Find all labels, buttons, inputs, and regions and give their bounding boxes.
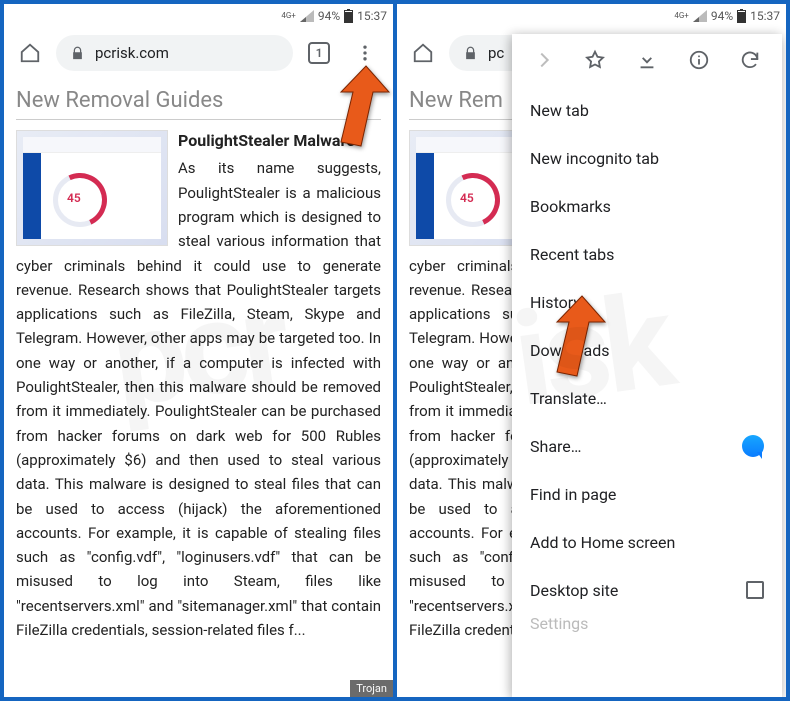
menu-icon-row [512, 34, 782, 86]
home-icon[interactable] [403, 33, 443, 73]
menu-translate[interactable]: Translate… [512, 374, 782, 422]
browser-toolbar: pcrisk.com 1 [4, 28, 393, 78]
forward-icon[interactable] [524, 40, 564, 80]
clock: 15:37 [357, 9, 387, 23]
article-thumbnail[interactable]: 45 [16, 130, 168, 246]
article: 45 PoulightStealer Malware As its name s… [16, 130, 381, 642]
menu-settings-cutoff[interactable]: Settings [512, 614, 782, 644]
battery-icon [737, 9, 746, 23]
menu-history[interactable]: History [512, 278, 782, 326]
desktop-site-checkbox[interactable] [746, 581, 764, 599]
signal-icon [300, 10, 314, 22]
menu-share[interactable]: Share… [512, 422, 782, 470]
status-bar: 4G+ 94% 15:37 [397, 4, 786, 28]
menu-find-in-page[interactable]: Find in page [512, 470, 782, 518]
signal-icon [693, 10, 707, 22]
network-label: 4G+ [281, 12, 295, 20]
menu-new-incognito[interactable]: New incognito tab [512, 134, 782, 182]
page-content: New Removal Guides 45 PoulightStealer Ma… [4, 78, 393, 642]
reload-icon[interactable] [730, 40, 770, 80]
address-bar[interactable]: pcrisk.com [56, 35, 293, 71]
battery-icon [344, 9, 353, 23]
category-tag: Trojan [350, 680, 393, 697]
star-icon[interactable] [575, 40, 615, 80]
status-bar: 4G+ 94% 15:37 [4, 4, 393, 28]
battery-pct: 94% [318, 9, 340, 23]
tab-count: 1 [316, 46, 323, 60]
lock-icon [463, 46, 478, 61]
overflow-menu: New tab New incognito tab Bookmarks Rece… [512, 34, 782, 697]
menu-recent-tabs[interactable]: Recent tabs [512, 230, 782, 278]
info-icon[interactable] [679, 40, 719, 80]
menu-desktop-site[interactable]: Desktop site [512, 566, 782, 614]
download-icon[interactable] [627, 40, 667, 80]
menu-new-tab[interactable]: New tab [512, 86, 782, 134]
menu-add-to-home[interactable]: Add to Home screen [512, 518, 782, 566]
battery-pct: 94% [711, 9, 733, 23]
phone-right: 4G+ 94% 15:37 pc New Rem 45 As its name [397, 4, 786, 697]
lock-icon [70, 46, 85, 61]
menu-bookmarks[interactable]: Bookmarks [512, 182, 782, 230]
network-label: 4G+ [674, 12, 688, 20]
clock: 15:37 [750, 9, 780, 23]
more-menu-button[interactable] [345, 33, 385, 73]
url-host: pcrisk.com [95, 44, 169, 62]
tabs-button[interactable]: 1 [299, 33, 339, 73]
menu-downloads[interactable]: Downloads [512, 326, 782, 374]
messenger-icon [742, 435, 764, 457]
home-icon[interactable] [10, 33, 50, 73]
phone-left: 4G+ 94% 15:37 pcrisk.com 1 New Removal G… [4, 4, 393, 697]
url-host: pc [488, 44, 504, 62]
section-heading: New Removal Guides [16, 88, 381, 120]
